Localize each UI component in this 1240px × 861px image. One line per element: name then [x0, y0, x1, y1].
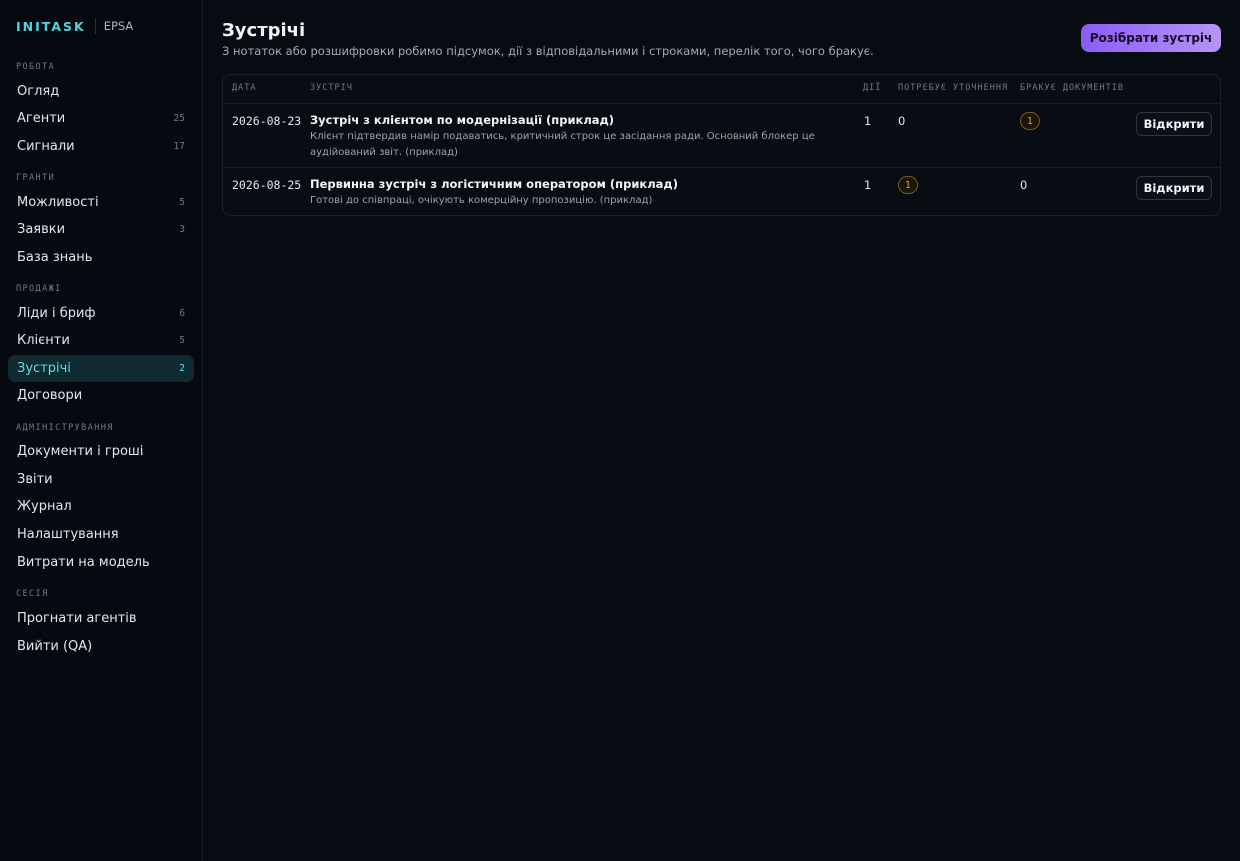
sidebar-item-clients[interactable]: Клієнти 5 [8, 327, 194, 354]
sidebar-item-signals[interactable]: Сигнали 17 [8, 133, 194, 160]
column-header-actions: ДІЇ [863, 83, 882, 93]
sidebar-item-agents[interactable]: Агенти 25 [8, 105, 194, 132]
sidebar-item-label: Сигнали [17, 139, 75, 154]
sidebar-item-docs-money[interactable]: Документи і гроші [8, 438, 194, 465]
table-row[interactable]: 2026-08-23 Зустріч з клієнтом по модерні… [223, 104, 1220, 167]
missing-documents-count: 0 [1020, 178, 1028, 192]
page-subtitle: З нотаток або розшифровки робимо підсумо… [222, 44, 874, 58]
brand-subtitle: EPSA [103, 19, 134, 33]
brand: INITASK EPSA [16, 18, 133, 34]
sidebar-item-label: Вийти (QA) [17, 639, 93, 654]
sidebar-item-contracts[interactable]: Договори [8, 382, 194, 409]
meetings-table: ДАТА ЗУСТРІЧ ДІЇ ПОТРЕБУЄ УТОЧНЕННЯ БРАК… [222, 74, 1221, 216]
sidebar-item-label: Договори [17, 388, 83, 403]
actions-count: 1 [864, 114, 872, 128]
sidebar: INITASK EPSA РОБОТА Огляд Агенти 25 Сигн… [0, 0, 203, 861]
sidebar-item-model-costs[interactable]: Витрати на модель [8, 549, 194, 576]
page-title: Зустрічі [222, 20, 306, 41]
sidebar-item-knowledge-base[interactable]: База знань [8, 244, 194, 271]
sidebar-item-label: База знань [17, 250, 93, 265]
sidebar-item-label: Налаштування [17, 527, 119, 542]
column-header-date: ДАТА [232, 83, 257, 93]
section-sales-heading: ПРОДАЖІ [16, 284, 62, 294]
sidebar-item-label: Зустрічі [17, 361, 71, 376]
sidebar-item-label: Ліди і бриф [17, 306, 96, 321]
column-header-meeting: ЗУСТРІЧ [310, 83, 353, 93]
section-admin-heading: АДМІНІСТРУВАННЯ [16, 423, 114, 433]
sidebar-item-run-agents[interactable]: Прогнати агентів [8, 605, 194, 632]
sidebar-item-label: Огляд [17, 84, 60, 99]
table-row[interactable]: 2026-08-25 Первинна зустріч з логістични… [223, 167, 1220, 230]
sidebar-item-label: Прогнати агентів [17, 611, 137, 626]
section-session-heading: СЕСІЯ [16, 589, 49, 599]
sidebar-item-applications[interactable]: Заявки 3 [8, 216, 194, 243]
meeting-summary: Готові до співпраці, очікують комерційну… [310, 195, 653, 206]
column-header-missing-documents: БРАКУЄ ДОКУМЕНТІВ [1020, 83, 1124, 93]
sidebar-item-overview[interactable]: Огляд [8, 78, 194, 105]
sidebar-item-count: 5 [179, 335, 185, 346]
sidebar-item-label: Можливості [17, 195, 99, 210]
brand-logo[interactable]: INITASK [16, 19, 86, 34]
brand-divider [94, 18, 96, 34]
sidebar-item-opportunities[interactable]: Можливості 5 [8, 189, 194, 216]
clarification-badge: 1 [898, 176, 918, 194]
section-work-heading: РОБОТА [16, 62, 56, 72]
open-meeting-button[interactable]: Відкрити [1136, 176, 1212, 200]
meeting-date: 2026-08-25 [232, 178, 302, 192]
sidebar-item-logout[interactable]: Вийти (QA) [8, 633, 194, 660]
meeting-date: 2026-08-23 [232, 114, 302, 128]
sidebar-item-label: Журнал [17, 499, 72, 514]
sidebar-item-label: Звіти [17, 472, 53, 487]
sidebar-item-count: 25 [173, 113, 185, 124]
sidebar-item-leads[interactable]: Ліди і бриф 6 [8, 300, 194, 327]
missing-documents-badge: 1 [1020, 112, 1040, 130]
meeting-title: Зустріч з клієнтом по модернізації (прик… [310, 113, 615, 127]
sidebar-item-label: Агенти [17, 111, 66, 126]
sidebar-item-label: Заявки [17, 222, 66, 237]
sidebar-item-count: 17 [173, 141, 185, 152]
sidebar-item-meetings[interactable]: Зустрічі 2 [8, 355, 194, 382]
sidebar-item-reports[interactable]: Звіти [8, 466, 194, 493]
sidebar-item-count: 6 [179, 308, 185, 319]
open-meeting-button[interactable]: Відкрити [1136, 112, 1212, 136]
sidebar-item-journal[interactable]: Журнал [8, 493, 194, 520]
sidebar-item-label: Клієнти [17, 333, 70, 348]
analyze-meeting-button[interactable]: Розібрати зустріч [1081, 24, 1221, 52]
actions-count: 1 [864, 178, 872, 192]
sidebar-item-count: 2 [179, 363, 185, 374]
meeting-title: Первинна зустріч з логістичним операторо… [310, 177, 678, 191]
sidebar-item-label: Документи і гроші [17, 444, 144, 459]
section-grants-heading: ГРАНТИ [16, 173, 56, 183]
sidebar-item-settings[interactable]: Налаштування [8, 521, 194, 548]
sidebar-item-label: Витрати на модель [17, 555, 150, 570]
column-header-needs-clarification: ПОТРЕБУЄ УТОЧНЕННЯ [898, 83, 1009, 93]
sidebar-item-count: 3 [179, 224, 185, 235]
clarification-count: 0 [898, 114, 906, 128]
sidebar-item-count: 5 [179, 197, 185, 208]
meeting-summary: Клієнт підтвердив намір подаватись, крит… [310, 131, 815, 158]
